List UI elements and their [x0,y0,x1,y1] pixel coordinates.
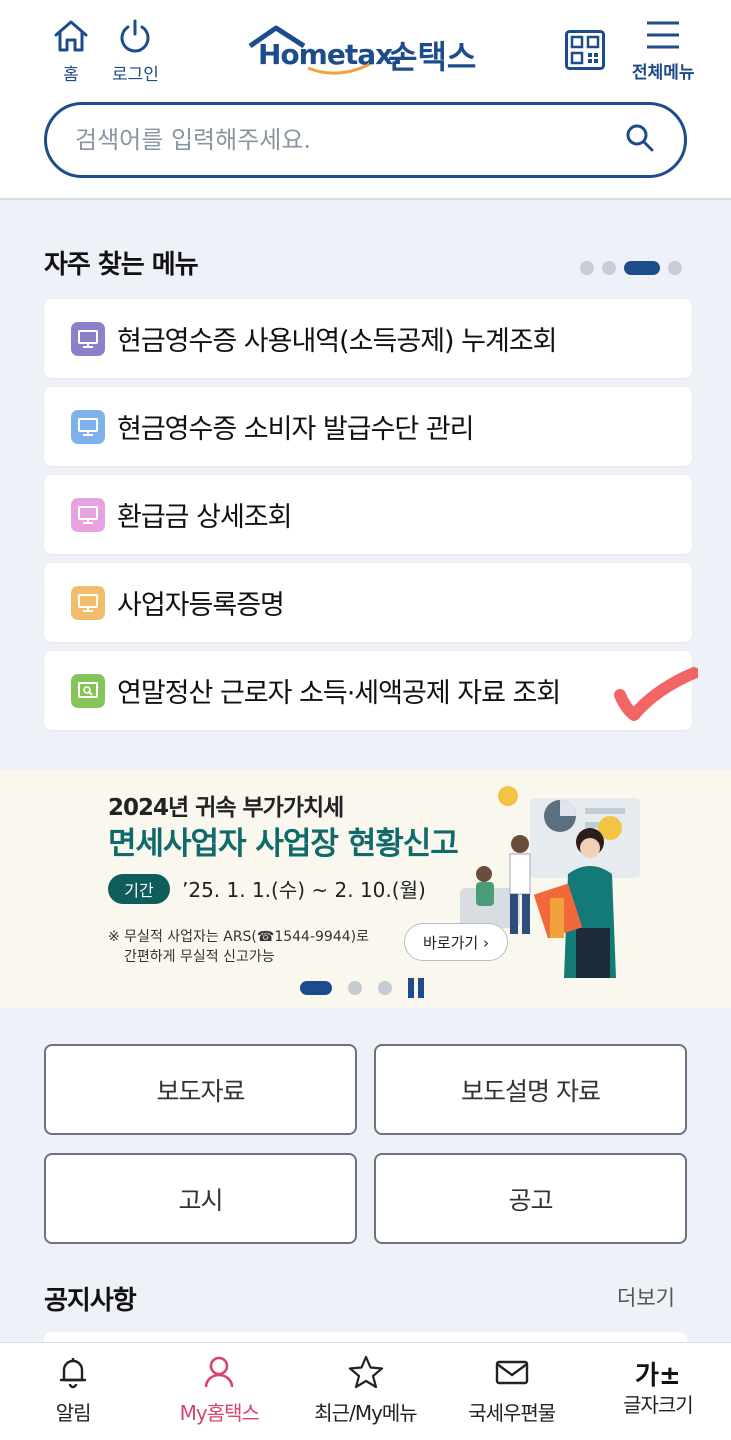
frequent-menu-item-cash-receipt-history[interactable]: 현금영수증 사용내역(소득공제) 누계조회 [44,299,692,378]
home-icon [52,18,90,58]
slide-dot-active[interactable] [300,981,332,995]
banner-period: ’25. 1. 1.(수) ~ 2. 10.(월) [182,878,426,902]
frequent-menu-title: 자주 찾는 메뉴 [44,250,199,280]
promo-banner[interactable]: 2024년 귀속 부가가치세 면세사업자 사업장 현황신고 기간 ’25. 1.… [0,770,731,1008]
press-explanation-button[interactable]: 보도설명 자료 [374,1044,687,1135]
search-bar [44,102,687,178]
hometax-logo[interactable]: Hometax. 손택스 [248,24,488,80]
banner-slide-indicator [300,978,424,998]
font-size-icon: 가± [635,1361,681,1391]
search-input[interactable] [47,126,610,154]
app-header: 홈 로그인 Hometax. 손택스 전체메뉴 검색어를 입력해주세요. [0,0,731,200]
press-release-button[interactable]: 보도자료 [44,1044,357,1135]
menu-item-label: 현금영수증 사용내역(소득공제) 누계조회 [117,326,558,357]
tab-font-size[interactable]: 가± 글자크기 [585,1343,731,1440]
frequent-menu-item-cash-receipt-means[interactable]: 현금영수증 소비자 발급수단 관리 [44,387,692,466]
bottom-tab-bar: 알림 My홈택스 최근/My메뉴 국세우편물 가± 글자크기 [0,1342,731,1440]
monitor-icon [71,497,105,532]
frequent-menu-item-business-registration[interactable]: 사업자등록증명 [44,563,692,642]
monitor-icon [71,585,105,620]
announcement-button[interactable]: 공고 [374,1153,687,1244]
all-menu-button[interactable]: 전체메뉴 [632,18,695,83]
qr-code-button[interactable] [565,30,605,74]
tab-recent-menu-label: 최근/My메뉴 [314,1401,417,1425]
pager-dot[interactable] [580,261,594,275]
banner-year-line: 2024년 귀속 부가가치세 [108,795,344,821]
user-icon [202,1355,236,1393]
search-button[interactable] [610,110,670,170]
frequent-menu-list: 현금영수증 사용내역(소득공제) 누계조회 현금영수증 소비자 발급수단 관리 … [44,299,700,739]
banner-note-line2: 간편하게 무실적 신고가능 [124,949,275,965]
bell-icon [56,1355,90,1393]
menu-item-label: 환급금 상세조회 [117,502,292,533]
banner-go-button[interactable]: 바로가기 › [404,923,508,961]
tab-alarm-label: 알림 [55,1401,92,1425]
frequent-menu-item-refund-detail[interactable]: 환급금 상세조회 [44,475,692,554]
tab-recent-menu[interactable]: 최근/My메뉴 [292,1343,438,1440]
all-menu-label: 전체메뉴 [632,63,695,83]
tab-alarm[interactable]: 알림 [0,1343,146,1440]
tab-tax-mail[interactable]: 국세우편물 [439,1343,585,1440]
tab-tax-mail-label: 국세우편물 [468,1401,556,1425]
home-label: 홈 [63,65,79,85]
menu-item-label: 연말정산 근로자 소득·세액공제 자료 조회 [117,678,561,709]
menu-item-label: 사업자등록증명 [117,590,285,621]
notices-more-link[interactable]: 더보기 [617,1282,675,1312]
home-button[interactable]: 홈 [52,18,90,85]
banner-period-badge: 기간 [108,874,170,904]
tab-font-size-label: 글자크기 [623,1393,694,1417]
star-icon [348,1355,384,1393]
notices-title: 공지사항 [44,1286,137,1316]
search-icon [625,123,655,157]
slide-dot[interactable] [378,981,392,995]
official-notice-button[interactable]: 고시 [44,1153,357,1244]
pager-dot-active[interactable] [624,261,660,275]
hamburger-icon [645,18,681,56]
banner-title: 면세사업자 사업장 현황신고 [108,826,459,862]
pause-icon[interactable] [408,978,424,998]
frequent-menu-item-year-end-settlement[interactable]: 연말정산 근로자 소득·세액공제 자료 조회 [44,651,700,730]
slide-dot[interactable] [348,981,362,995]
login-label: 로그인 [112,65,159,85]
menu-item-label: 현금영수증 소비자 발급수단 관리 [117,414,475,445]
monitor-icon [71,321,105,356]
login-button[interactable]: 로그인 [112,18,159,85]
pager-dot[interactable] [602,261,616,275]
red-check-mark-icon [612,665,700,725]
banner-note-line1: ※ 무실적 사업자는 ARS(☎1544-9944)로 [108,929,369,945]
qr-code-icon [565,30,605,74]
tab-my-hometax[interactable]: My홈택스 [146,1343,292,1440]
power-icon [117,18,153,58]
pager-dot[interactable] [668,261,682,275]
logo-text: Hometax. [258,38,403,71]
tab-my-hometax-label: My홈택스 [179,1401,260,1425]
logo-korean: 손택스 [388,38,477,76]
monitor-icon [71,409,105,444]
frequent-menu-pager[interactable] [580,261,682,275]
monitor-search-icon [71,673,105,708]
envelope-icon [494,1355,530,1393]
